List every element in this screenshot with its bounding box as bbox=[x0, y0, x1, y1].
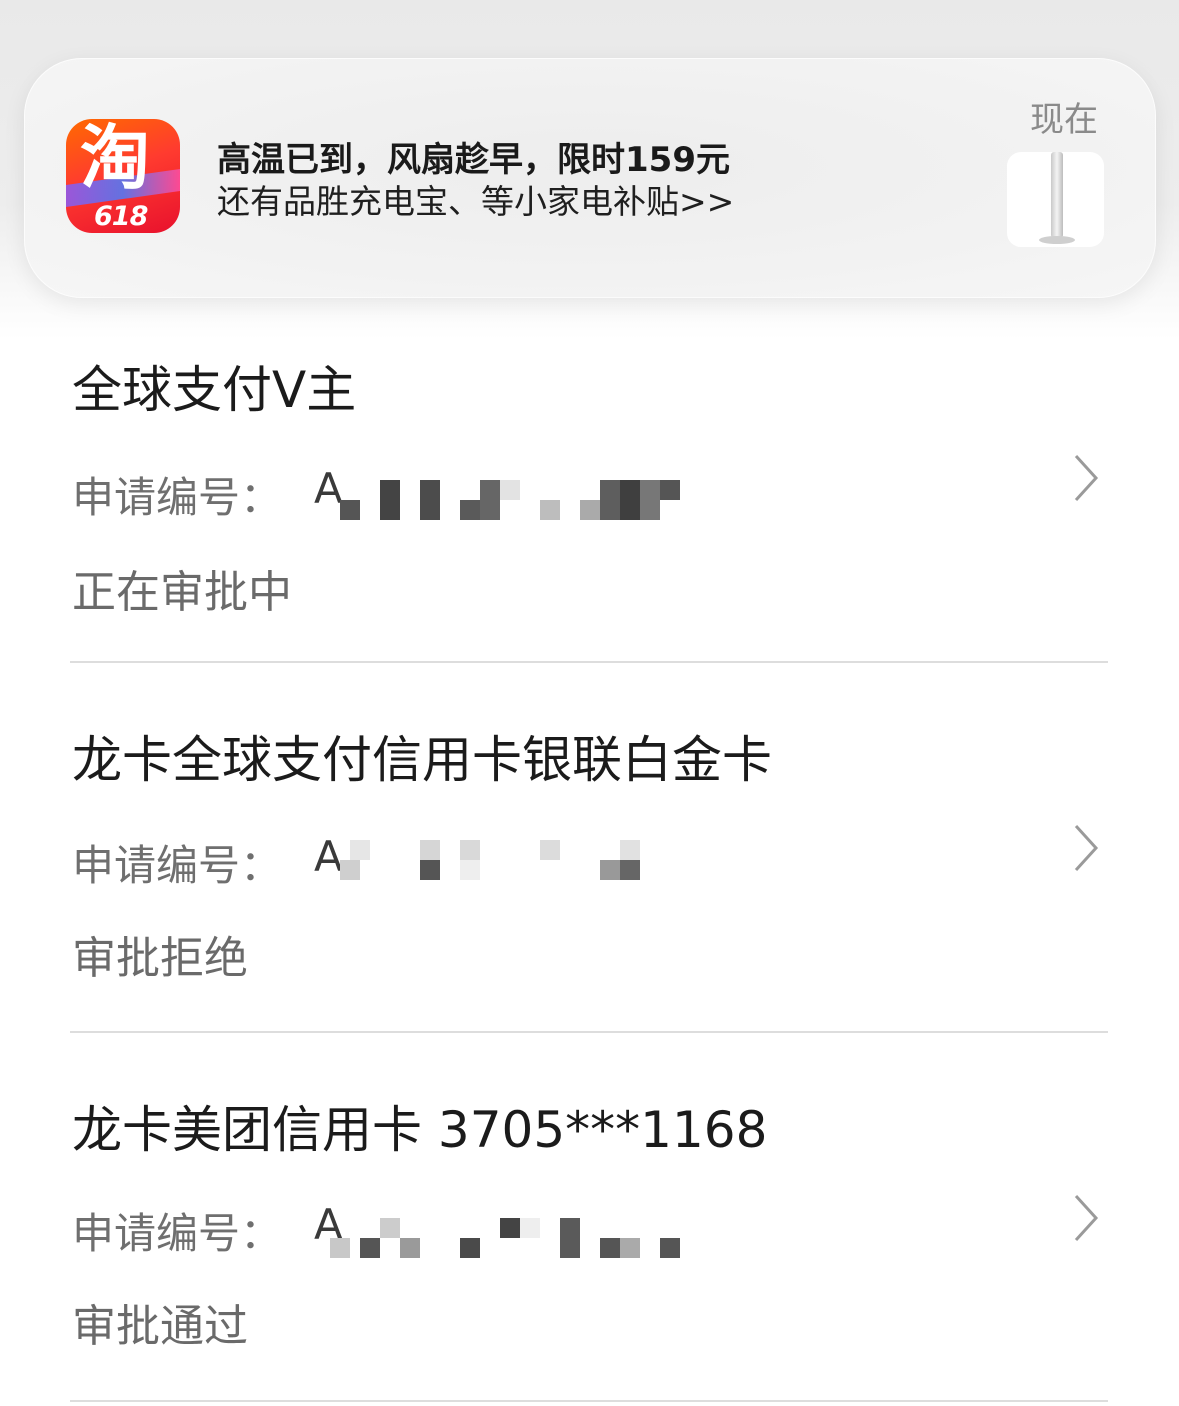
chevron-right-icon bbox=[1074, 1194, 1099, 1242]
redacted-number-mosaic bbox=[330, 480, 690, 520]
redacted-number-mosaic bbox=[330, 1218, 690, 1258]
divider bbox=[70, 1031, 1108, 1033]
application-number-label: 申请编号： bbox=[72, 473, 283, 522]
approval-status: 审批拒绝 bbox=[72, 933, 248, 984]
chevron-right-icon bbox=[1074, 454, 1099, 502]
card-name: 龙卡全球支付信用卡银联白金卡 bbox=[72, 731, 772, 789]
approval-status: 正在审批中 bbox=[72, 567, 292, 618]
card-name: 龙卡美团信用卡 3705***1168 bbox=[72, 1101, 768, 1159]
redacted-number-mosaic bbox=[330, 840, 690, 880]
divider bbox=[70, 661, 1108, 663]
approval-status: 审批通过 bbox=[72, 1301, 248, 1352]
application-item-3[interactable]: 龙卡美团信用卡 3705***1168 申请编号： A 审批通过 bbox=[0, 0, 1179, 1352]
chevron-right-icon bbox=[1074, 824, 1099, 872]
divider bbox=[70, 1400, 1108, 1402]
application-number-label: 申请编号： bbox=[72, 1209, 283, 1258]
application-number-label: 申请编号： bbox=[72, 841, 283, 890]
